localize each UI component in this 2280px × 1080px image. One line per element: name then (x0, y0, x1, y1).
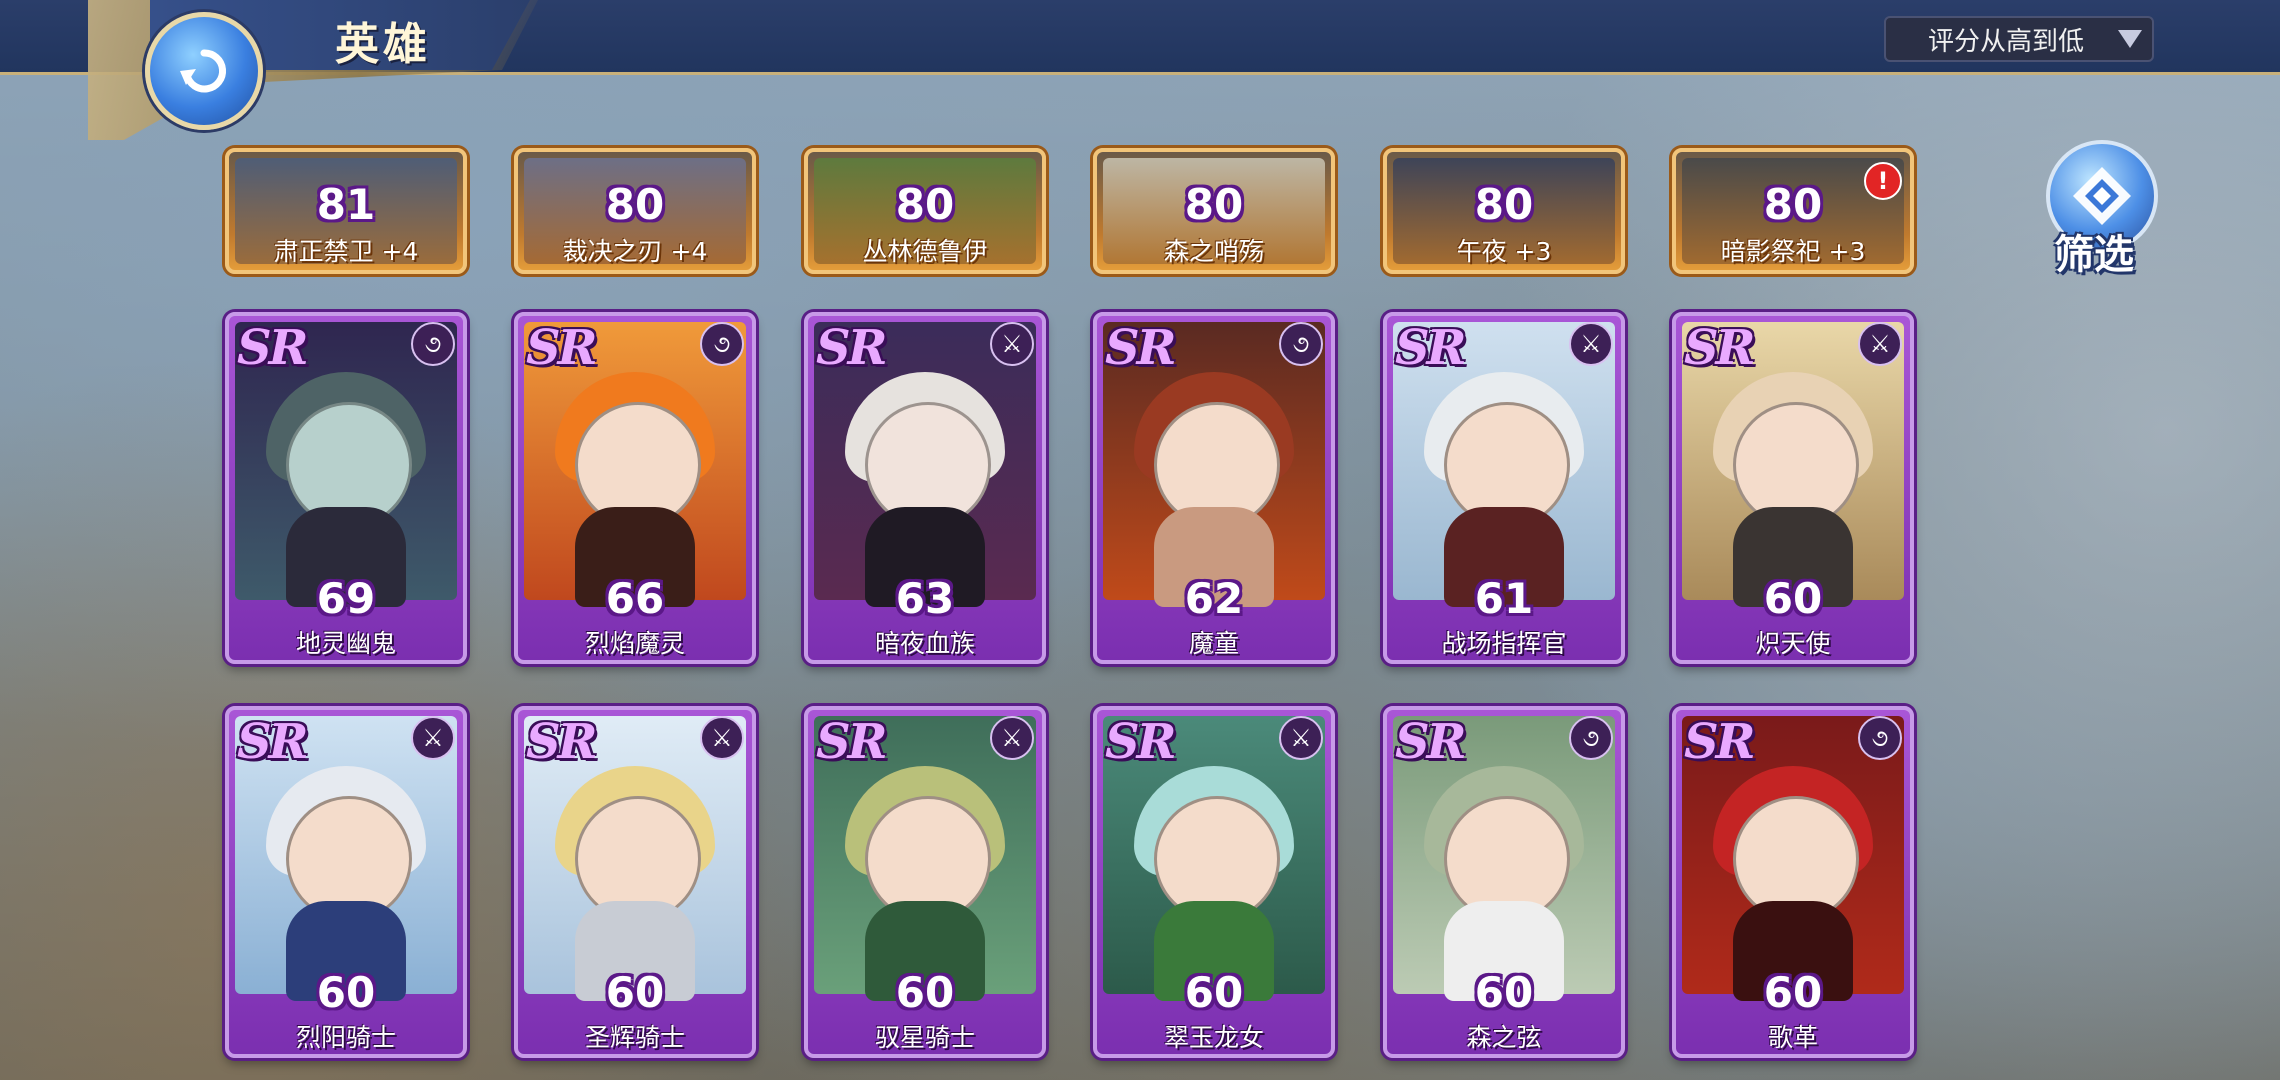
hero-card[interactable]: 81 肃正禁卫 +4 (225, 148, 467, 274)
rarity-badge: SR (1395, 714, 1467, 770)
hero-card[interactable]: SR ⚔ 63 暗夜血族 (804, 312, 1046, 664)
rarity-badge: SR (1105, 320, 1177, 376)
hero-name: 午夜 +3 (1456, 237, 1552, 266)
hero-level: 69 (316, 574, 376, 623)
hero-level: 60 (1763, 968, 1823, 1017)
rarity-badge: SR (1395, 320, 1467, 376)
page-title: 英雄 (335, 19, 431, 70)
crossed-swords-icon: ⚔ (990, 322, 1034, 366)
hero-card[interactable]: SR ૭ 60 森之弦 (1383, 706, 1625, 1058)
staff-icon: ૭ (700, 322, 744, 366)
hero-card[interactable]: SR ⚔ 60 驭星骑士 (804, 706, 1046, 1058)
rarity-badge: SR (526, 714, 598, 770)
hero-card[interactable]: SR ⚔ 60 烈阳骑士 (225, 706, 467, 1058)
hero-level: 60 (1184, 968, 1244, 1017)
dropdown-arrow-icon (2118, 30, 2142, 48)
rarity-badge: SR (816, 320, 888, 376)
rarity-badge: SR (1684, 320, 1756, 376)
hero-level: 80 (895, 180, 955, 229)
hero-name: 肃正禁卫 +4 (273, 237, 419, 266)
crossed-swords-icon: ⚔ (700, 716, 744, 760)
hero-card[interactable]: SR ⚔ 60 翠玉龙女 (1093, 706, 1335, 1058)
hero-name: 歌革 (1767, 1023, 1818, 1052)
staff-icon: ૭ (1858, 716, 1902, 760)
hero-card[interactable]: 80 午夜 +3 (1383, 148, 1625, 274)
rarity-badge: SR (237, 320, 309, 376)
hero-level: 60 (316, 968, 376, 1017)
hero-name: 战场指挥官 (1441, 629, 1567, 658)
hero-card[interactable]: SR ૭ 62 魔童 (1093, 312, 1335, 664)
hero-card[interactable]: SR ⚔ 60 炽天使 (1672, 312, 1914, 664)
hero-level: 60 (1763, 574, 1823, 623)
crossed-swords-icon: ⚔ (990, 716, 1034, 760)
hero-name: 丛林德鲁伊 (862, 237, 988, 266)
hero-card[interactable]: SR ૭ 60 歌革 (1672, 706, 1914, 1058)
hero-name: 圣辉骑士 (584, 1023, 685, 1052)
hero-level: 60 (605, 968, 665, 1017)
hero-card[interactable]: 80 裁决之刃 +4 (514, 148, 756, 274)
hero-name: 森之弦 (1466, 1023, 1542, 1052)
hero-level: 60 (895, 968, 955, 1017)
rarity-badge: SR (1684, 714, 1756, 770)
hero-card[interactable]: SR ૭ 66 烈焰魔灵 (514, 312, 756, 664)
hero-name: 烈阳骑士 (295, 1023, 396, 1052)
staff-icon: ૭ (1569, 716, 1613, 760)
hero-name: 地灵幽鬼 (295, 629, 396, 658)
hero-name: 驭星骑士 (874, 1023, 975, 1052)
hero-level: 62 (1184, 574, 1244, 623)
hero-level: 80 (1763, 180, 1823, 229)
rarity-badge: SR (816, 714, 888, 770)
hero-card[interactable]: SR ⚔ 60 圣辉骑士 (514, 706, 756, 1058)
sort-label: 评分从高到低 (1928, 26, 2085, 57)
hero-name: 裁决之刃 +4 (562, 237, 708, 266)
staff-icon: ૭ (1279, 322, 1323, 366)
rarity-badge: SR (237, 714, 309, 770)
hero-name: 翠玉龙女 (1163, 1023, 1264, 1052)
hero-card[interactable]: SR ૭ 69 地灵幽鬼 (225, 312, 467, 664)
back-arrow-icon (180, 49, 226, 93)
hero-level: 63 (895, 574, 955, 623)
hero-level: 60 (1474, 968, 1534, 1017)
hero-card[interactable]: 80 森之哨殇 (1093, 148, 1335, 274)
hero-level: 66 (605, 574, 665, 623)
hero-level: 80 (605, 180, 665, 229)
hero-name: 烈焰魔灵 (584, 629, 685, 658)
hero-name: 暗夜血族 (874, 629, 975, 658)
hero-name: 魔童 (1188, 629, 1239, 658)
hero-level: 81 (316, 180, 376, 229)
rarity-badge: SR (526, 320, 598, 376)
rarity-badge: SR (1105, 714, 1177, 770)
crossed-swords-icon: ⚔ (1279, 716, 1323, 760)
filter-button[interactable]: 筛选 (2046, 140, 2158, 280)
filter-label: 筛选 (2054, 232, 2134, 278)
staff-icon: ૭ (411, 322, 455, 366)
crossed-swords-icon: ⚔ (411, 716, 455, 760)
crossed-swords-icon: ⚔ (1858, 322, 1902, 366)
hero-level: 80 (1474, 180, 1534, 229)
hero-name: 森之哨殇 (1163, 237, 1264, 266)
hero-card[interactable]: SR ⚔ 61 战场指挥官 (1383, 312, 1625, 664)
crossed-swords-icon: ⚔ (1569, 322, 1613, 366)
hero-name: 暗影祭祀 +3 (1720, 237, 1866, 266)
hero-level: 61 (1474, 574, 1534, 623)
hero-name: 炽天使 (1755, 629, 1831, 658)
sort-dropdown[interactable]: 评分从高到低 (1884, 16, 2154, 62)
hero-card[interactable]: ! 80 暗影祭祀 +3 (1672, 148, 1914, 274)
hero-level: 80 (1184, 180, 1244, 229)
back-button[interactable] (145, 12, 263, 130)
hero-card[interactable]: 80 丛林德鲁伊 (804, 148, 1046, 274)
